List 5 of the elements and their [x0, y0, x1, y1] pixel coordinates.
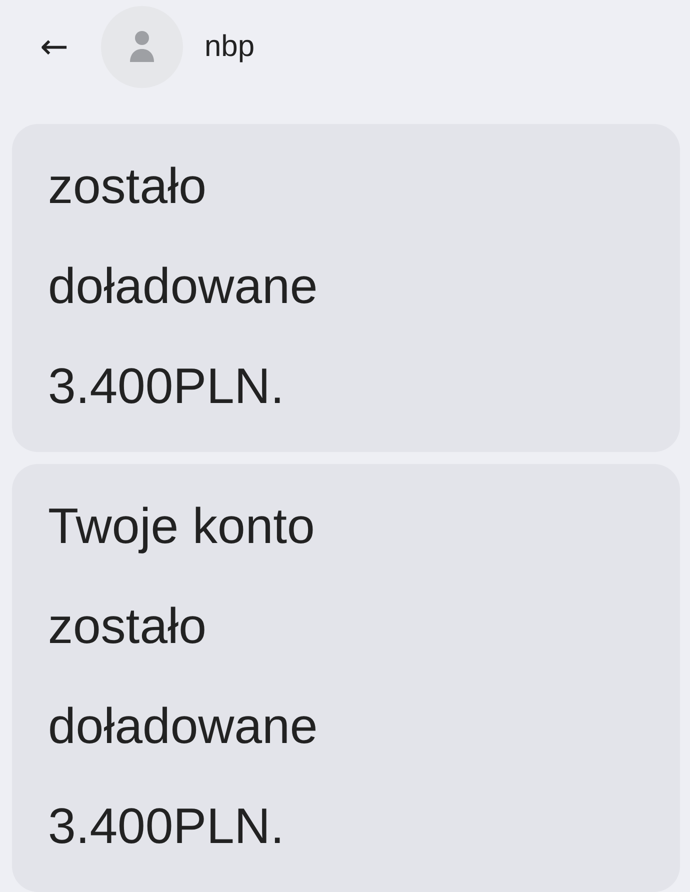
- back-button[interactable]: ←: [30, 27, 78, 67]
- message-text: Twoje konto zostało doładowane 3.400PLN.: [48, 497, 319, 856]
- contact-name: nbp: [204, 30, 255, 64]
- message-text: zostało doładowane 3.400PLN.: [48, 157, 319, 416]
- person-icon: [128, 30, 154, 64]
